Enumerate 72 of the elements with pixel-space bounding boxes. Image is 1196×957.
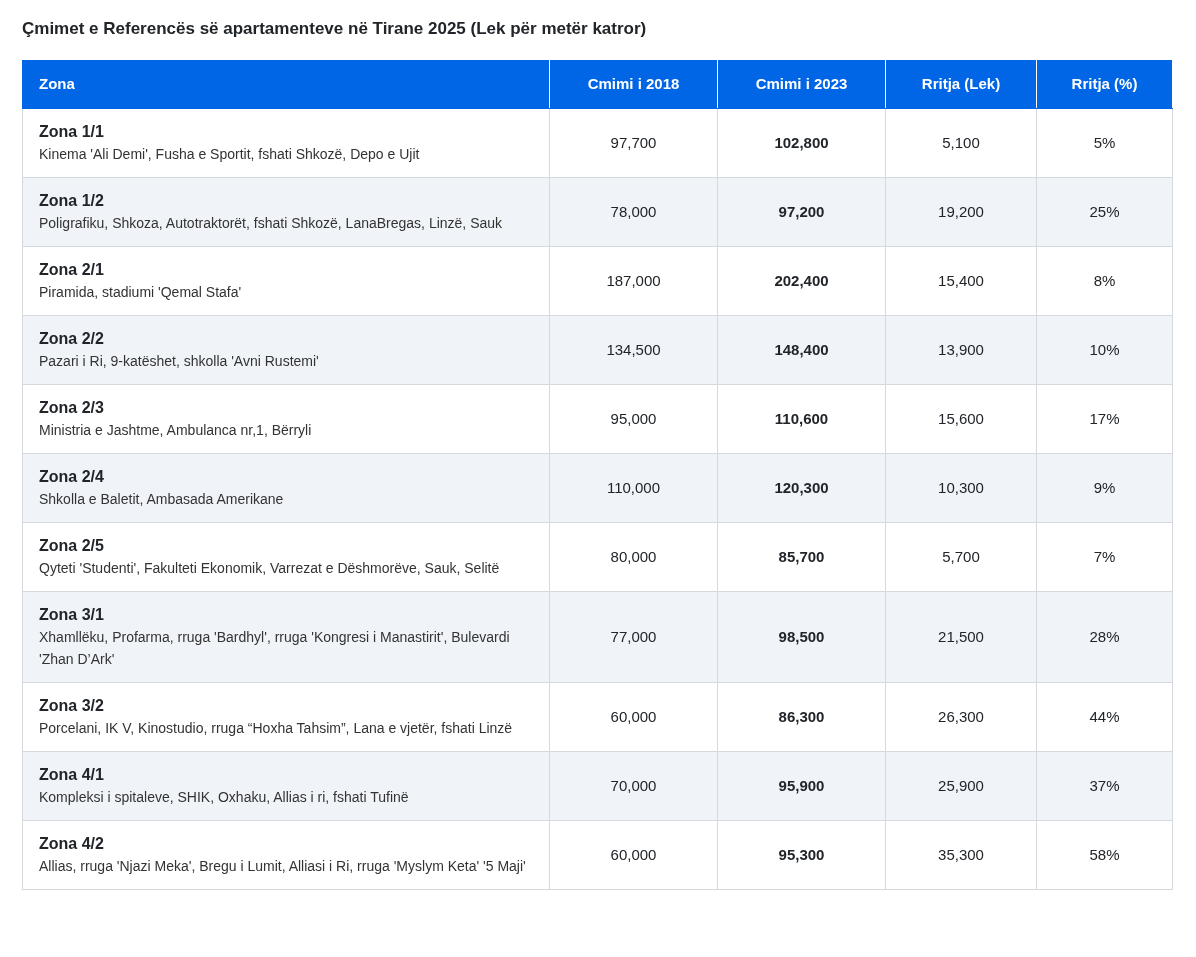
table-cell: 95,000 [549,384,718,454]
table-cell: 86,300 [717,682,886,752]
table-cell: 10% [1036,315,1173,385]
zone-areas: Ministria e Jashtme, Ambulanca nr,1, Bërryli [39,419,533,441]
zone-areas: Piramida, stadiumi 'Qemal Stafa' [39,281,533,303]
table-cell: 15,600 [885,384,1037,454]
zone-areas: Kompleksi i spitaleve, SHIK, Oxhaku, Allias i ri, fshati Tufinë [39,786,533,808]
zone-name: Zona 4/1 [39,765,105,785]
table-cell: 98,500 [717,591,886,683]
zone-areas: Shkolla e Baletit, Ambasada Amerikane [39,488,533,510]
table-cell: 7% [1036,522,1173,592]
zone-name: Zona 1/1 [39,122,105,142]
table-cell: 10,300 [885,453,1037,523]
table-cell: 148,400 [717,315,886,385]
zone-name: Zona 4/2 [39,834,105,854]
zone-areas: Porcelani, IK V, Kinostudio, rruga “Hoxha Tahsim”, Lana e vjetër, fshati Linzë [39,717,533,739]
table-cell: 13,900 [885,315,1037,385]
zone-areas: Pazari i Ri, 9-katëshet, shkolla 'Avni Rustemi' [39,350,533,372]
column-header: Zona [22,60,550,109]
table-cell: 19,200 [885,177,1037,247]
zone-name: Zona 1/2 [39,191,105,211]
table-cell: 95,900 [717,751,886,821]
table-cell: 15,400 [885,246,1037,316]
table-cell: 5% [1036,108,1173,178]
table-cell: 97,700 [549,108,718,178]
table-cell: 26,300 [885,682,1037,752]
zone-name: Zona 2/2 [39,329,105,349]
table-cell: 120,300 [717,453,886,523]
zone-name: Zona 3/2 [39,696,105,716]
zone-areas: Poligrafiku, Shkoza, Autotraktorët, fshati Shkozë, LanaBregas, Linzë, Sauk [39,212,533,234]
table-cell: 85,700 [717,522,886,592]
table-cell: 202,400 [717,246,886,316]
table-cell: 60,000 [549,820,718,890]
table-cell: 80,000 [549,522,718,592]
zone-name: Zona 3/1 [39,605,105,625]
table-cell: 35,300 [885,820,1037,890]
column-header: Cmimi i 2018 [549,60,718,109]
table-cell: 110,600 [717,384,886,454]
column-header: Cmimi i 2023 [717,60,886,109]
table-cell: 58% [1036,820,1173,890]
zone-name: Zona 2/5 [39,536,105,556]
column-header: Rritja (%) [1036,60,1173,109]
zone-name: Zona 2/3 [39,398,105,418]
table-title: Çmimet e Referencës së apartamenteve në Tirane 2025 (Lek për metër katror) [22,18,648,40]
zone-areas: Xhamllëku, Profarma, rruga 'Bardhyl', rruga 'Kongresi i Manastirit', Bulevardi 'Zhan D’Ark' [39,626,533,670]
table-cell: 95,300 [717,820,886,890]
table-cell: 187,000 [549,246,718,316]
table-cell: 9% [1036,453,1173,523]
table-cell: 60,000 [549,682,718,752]
table-cell: 97,200 [717,177,886,247]
table-cell: 5,700 [885,522,1037,592]
table-cell: 77,000 [549,591,718,683]
table-cell: 28% [1036,591,1173,683]
table-cell: 70,000 [549,751,718,821]
zone-name: Zona 2/4 [39,467,105,487]
table-cell: 25,900 [885,751,1037,821]
zone-name: Zona 2/1 [39,260,105,280]
table-cell: 78,000 [549,177,718,247]
table-cell: 37% [1036,751,1173,821]
zone-areas: Kinema 'Ali Demi', Fusha e Sportit, fshati Shkozë, Depo e Ujit [39,143,533,165]
zone-areas: Qyteti 'Studenti', Fakulteti Ekonomik, Varrezat e Dëshmorëve, Sauk, Selitë [39,557,533,579]
table-cell: 110,000 [549,453,718,523]
table-cell: 25% [1036,177,1173,247]
table-cell: 17% [1036,384,1173,454]
zone-areas: Allias, rruga 'Njazi Meka', Bregu i Lumit, Alliasi i Ri, rruga 'Myslym Keta' '5 Maji' [39,855,533,877]
table-cell: 8% [1036,246,1173,316]
column-header: Rritja (Lek) [885,60,1037,109]
table-cell: 102,800 [717,108,886,178]
table-cell: 21,500 [885,591,1037,683]
table-cell: 5,100 [885,108,1037,178]
table-cell: 44% [1036,682,1173,752]
table-cell: 134,500 [549,315,718,385]
